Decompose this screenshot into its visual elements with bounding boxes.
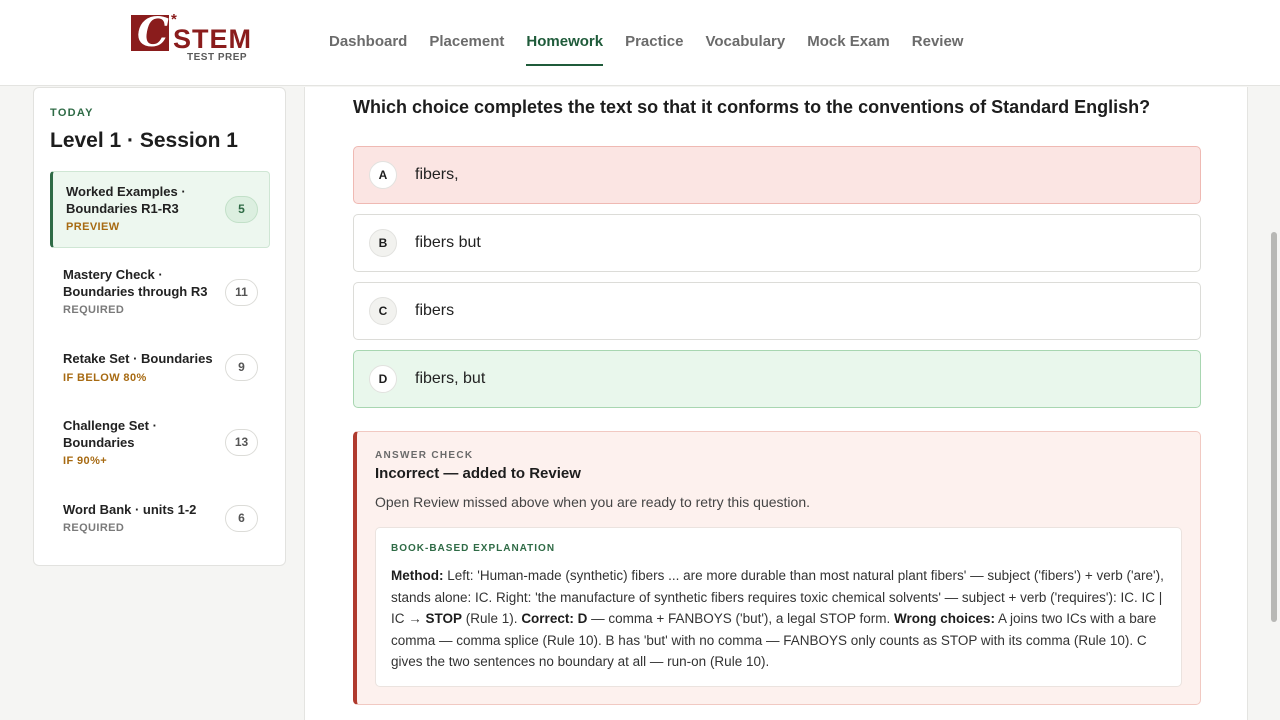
- sidebar-item-label: Word Bank · units 1-2: [63, 502, 197, 517]
- top-header: C * STEM TEST PREP Dashboard Placement H…: [0, 0, 1280, 86]
- sidebar-item-worked-examples[interactable]: Worked Examples · Boundaries R1-R3 PREVI…: [50, 171, 270, 248]
- page-scrollbar[interactable]: [1266, 87, 1280, 720]
- sidebar-item-count: 13: [225, 429, 258, 456]
- sidebar-item-label: Challenge Set · Boundaries: [63, 418, 157, 450]
- choice-letter: B: [369, 229, 397, 257]
- question-prompt: Which choice completes the text so that …: [353, 97, 1151, 117]
- sidebar-item-challenge-set[interactable]: Challenge Set · Boundaries IF 90%+ 13: [50, 410, 270, 480]
- explanation-card: BOOK-BASED EXPLANATION Method: Left: 'Hu…: [375, 527, 1182, 687]
- choice-letter: D: [369, 365, 397, 393]
- choice-a[interactable]: A fibers,: [353, 146, 1201, 204]
- choice-d[interactable]: D fibers, but: [353, 350, 1201, 408]
- choice-text: fibers,: [415, 166, 459, 183]
- answer-check-kicker: ANSWER CHECK: [375, 450, 474, 461]
- rule1-text: (Rule 1).: [462, 611, 522, 626]
- nav-dashboard[interactable]: Dashboard: [329, 0, 407, 86]
- correct-text: — comma + FANBOYS ('but'), a legal STOP …: [587, 611, 894, 626]
- sidebar-item-status: IF BELOW 80%: [63, 372, 147, 384]
- nav-practice[interactable]: Practice: [625, 0, 683, 86]
- nav-placement[interactable]: Placement: [429, 0, 504, 86]
- main-nav: Dashboard Placement Homework Practice Vo…: [329, 0, 963, 86]
- sidebar-item-count: 9: [225, 354, 258, 381]
- session-title: Level 1 · Session 1: [50, 129, 238, 152]
- choice-b[interactable]: B fibers but: [353, 214, 1201, 272]
- sidebar-item-count: 5: [225, 196, 258, 223]
- explanation-kicker: BOOK-BASED EXPLANATION: [391, 543, 556, 554]
- logo-subtitle: TEST PREP: [187, 52, 248, 63]
- sidebar-item-word-bank[interactable]: Word Bank · units 1-2 REQUIRED 6: [50, 494, 270, 544]
- sidebar-item-status: REQUIRED: [63, 522, 125, 534]
- choice-letter: A: [369, 161, 397, 189]
- sidebar-item-label: Retake Set · Boundaries: [63, 351, 213, 366]
- sidebar-item-retake-set[interactable]: Retake Set · Boundaries IF BELOW 80% 9: [50, 343, 270, 393]
- sidebar-item-label: Worked Examples · Boundaries R1-R3: [66, 184, 186, 216]
- answer-check-note: Open Review missed above when you are re…: [375, 494, 811, 510]
- sidebar-item-label: Mastery Check · Boundaries through R3: [63, 267, 208, 299]
- logo-wordmark: STEM: [173, 24, 253, 54]
- nav-vocabulary[interactable]: Vocabulary: [705, 0, 785, 86]
- cstem-logo[interactable]: C * STEM TEST PREP: [131, 10, 261, 64]
- nav-homework[interactable]: Homework: [526, 0, 603, 86]
- logo-mark: C: [131, 10, 169, 56]
- session-sidebar: TODAY Level 1 · Session 1 Worked Example…: [33, 87, 286, 566]
- explanation-body: Method: Left: 'Human-made (synthetic) fi…: [391, 565, 1169, 673]
- answer-check-panel: ANSWER CHECK Incorrect — added to Review…: [353, 431, 1201, 705]
- sidebar-item-count: 6: [225, 505, 258, 532]
- sidebar-item-status: IF 90%+: [63, 455, 108, 467]
- sidebar-item-status: REQUIRED: [63, 304, 125, 316]
- nav-mock-exam[interactable]: Mock Exam: [807, 0, 890, 86]
- answer-check-title: Incorrect — added to Review: [375, 465, 581, 482]
- stop-label: STOP: [425, 611, 463, 626]
- choice-text: fibers: [415, 302, 455, 319]
- choice-c[interactable]: C fibers: [353, 282, 1201, 340]
- choice-letter: C: [369, 297, 397, 325]
- sidebar-item-count: 11: [225, 279, 258, 306]
- sidebar-kicker: TODAY: [50, 107, 94, 119]
- correct-label: Correct: D: [521, 611, 588, 626]
- wrong-choices-label: Wrong choices:: [893, 611, 995, 626]
- scrollbar-thumb[interactable]: [1271, 232, 1277, 622]
- method-label: Method:: [391, 568, 444, 583]
- choice-text: fibers but: [415, 234, 481, 251]
- question-panel: Which choice completes the text so that …: [304, 87, 1248, 720]
- sidebar-item-mastery-check[interactable]: Mastery Check · Boundaries through R3 RE…: [50, 258, 270, 328]
- nav-review[interactable]: Review: [912, 0, 964, 86]
- choice-text: fibers, but: [415, 370, 486, 387]
- sidebar-item-status: PREVIEW: [66, 221, 120, 233]
